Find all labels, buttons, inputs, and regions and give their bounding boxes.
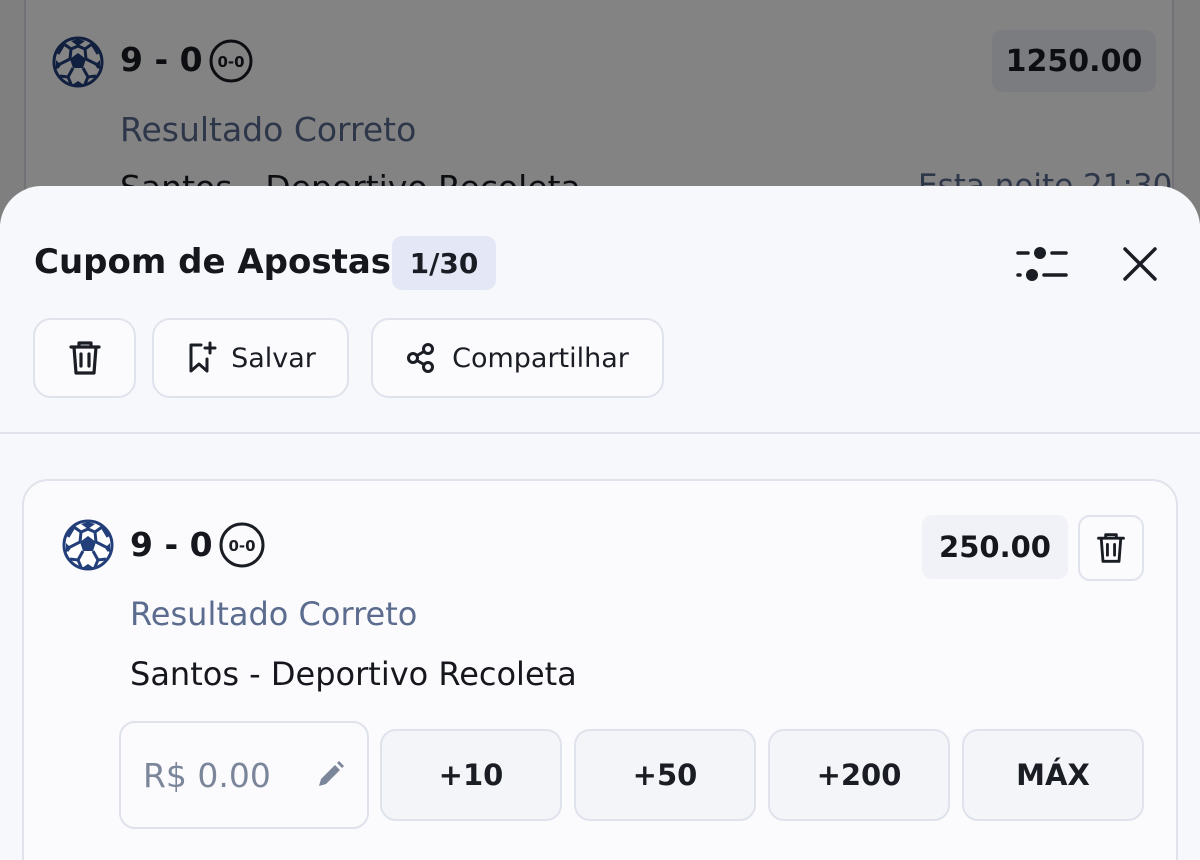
sliders-icon[interactable]: [1014, 242, 1070, 286]
bet-odd: 250.00: [922, 515, 1068, 579]
close-icon[interactable]: [1118, 242, 1162, 286]
stake-input-wrapper[interactable]: [119, 721, 369, 829]
bet-score: 9 - 0: [130, 525, 213, 564]
save-button[interactable]: Salvar: [152, 318, 349, 398]
bet-slip-title: Cupom de Apostas: [34, 242, 392, 282]
quick-amount-200-button[interactable]: +200: [768, 729, 950, 821]
bet-slip-header: Cupom de Apostas 1/30 Salvar Compartilha…: [0, 186, 1200, 434]
stake-input[interactable]: [143, 755, 303, 795]
quick-amount-50-button[interactable]: +50: [574, 729, 756, 821]
quick-amount-10-button[interactable]: +10: [380, 729, 562, 821]
bet-selection-card: 9 - 0 0-0 250.00 Resultado Correto Santo…: [22, 479, 1178, 860]
bet-slip-sheet: Cupom de Apostas 1/30 Salvar Compartilha…: [0, 186, 1200, 860]
trash-icon: [68, 341, 101, 375]
remove-selection-button[interactable]: [1078, 515, 1144, 581]
selection-count-badge: 1/30: [392, 236, 496, 290]
score-badge-text: 0-0: [228, 537, 255, 555]
share-button[interactable]: Compartilhar: [371, 318, 664, 398]
share-icon: [407, 343, 435, 373]
score-badge-icon: 0-0: [219, 522, 265, 568]
trash-icon: [1097, 533, 1125, 563]
bet-market: Resultado Correto: [130, 595, 418, 633]
save-button-label: Salvar: [231, 342, 316, 374]
clear-slip-button[interactable]: [33, 318, 136, 398]
soccer-ball-icon: [62, 519, 114, 571]
max-amount-button[interactable]: MÁX: [962, 729, 1144, 821]
share-button-label: Compartilhar: [452, 342, 629, 374]
bookmark-plus-icon: [189, 341, 217, 373]
bet-match: Santos - Deportivo Recoleta: [130, 655, 577, 693]
pencil-icon: [319, 761, 344, 786]
